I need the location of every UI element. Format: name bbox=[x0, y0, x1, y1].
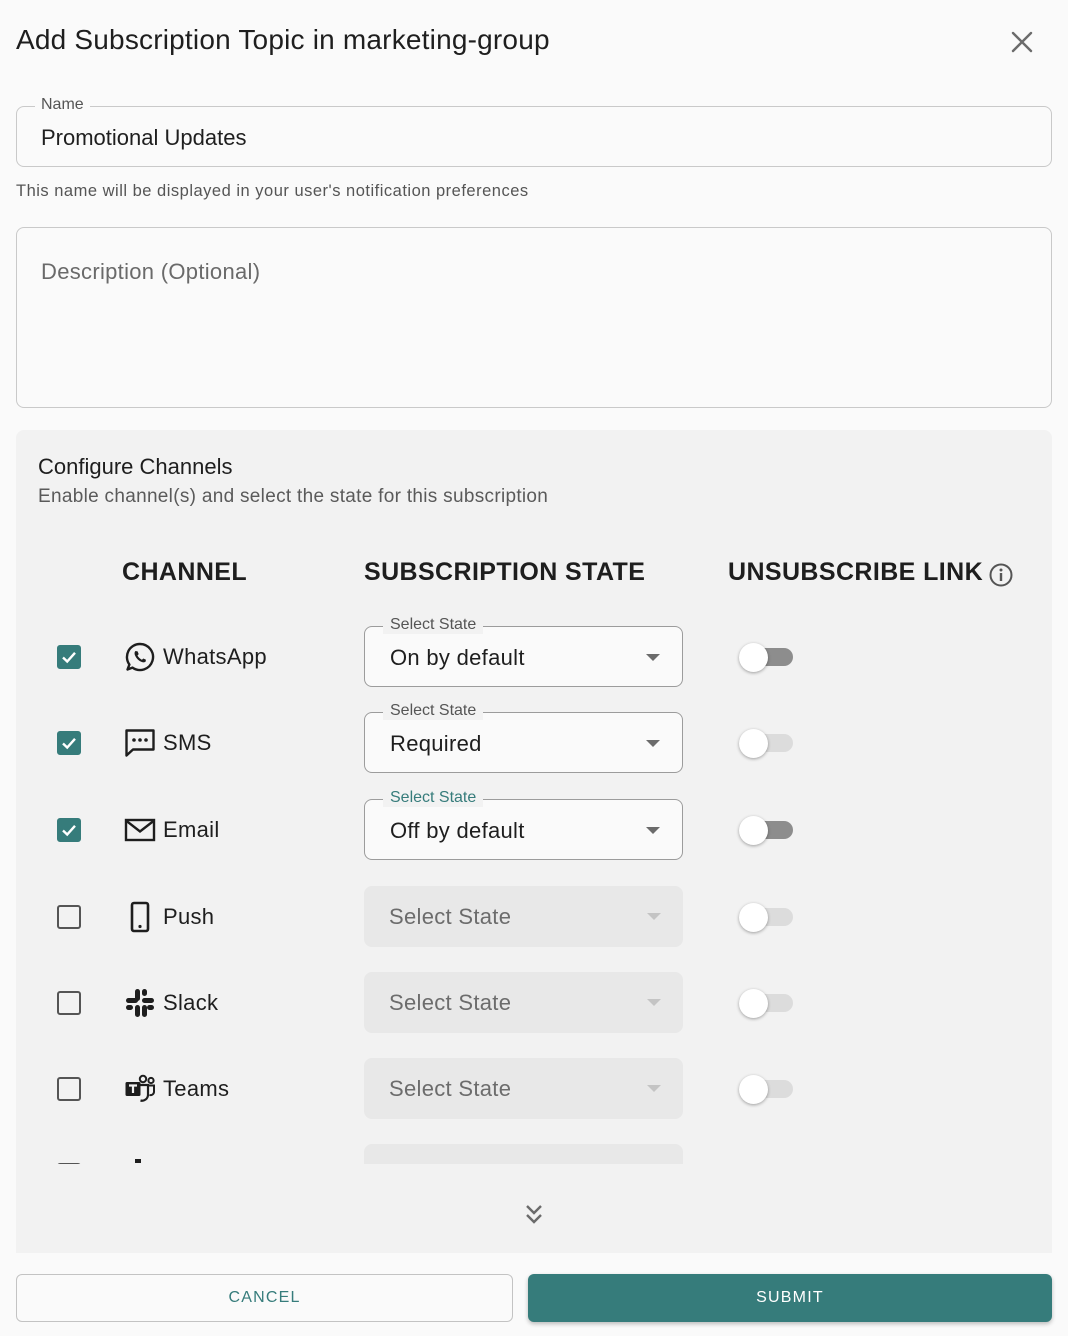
info-icon[interactable] bbox=[988, 562, 1014, 588]
push-checkbox[interactable] bbox=[57, 905, 81, 929]
check-icon bbox=[62, 737, 76, 750]
state-select-placeholder: Select State bbox=[389, 990, 512, 1015]
column-header-unsubscribe: UNSUBSCRIBE LINK bbox=[728, 558, 984, 586]
caret-down-icon bbox=[646, 740, 660, 747]
channel-label-slack: Slack bbox=[163, 990, 219, 1015]
channel-label-sms: SMS bbox=[163, 730, 212, 755]
channel-row-push: Push Select State bbox=[16, 886, 1052, 948]
state-select-value: Required bbox=[390, 731, 482, 756]
state-select-value: On by default bbox=[390, 645, 525, 670]
teams-icon bbox=[123, 1072, 157, 1106]
state-select-whatsapp[interactable]: Select State On by default bbox=[364, 616, 683, 687]
state-select-push: Select State bbox=[364, 886, 683, 947]
channel-row-partial bbox=[16, 1144, 1052, 1164]
caret-down-icon bbox=[647, 913, 661, 920]
cancel-button[interactable]: CANCEL bbox=[16, 1274, 513, 1322]
dialog-title: Add Subscription Topic in marketing-grou… bbox=[16, 24, 550, 55]
state-select-sms[interactable]: Select State Required bbox=[364, 702, 683, 773]
state-select-slack: Select State bbox=[364, 972, 683, 1033]
channel-label-email: Email bbox=[163, 817, 220, 842]
channel-row-teams: Teams Select State bbox=[16, 1058, 1052, 1120]
email-checkbox[interactable] bbox=[57, 818, 81, 842]
unsubscribe-toggle-push bbox=[739, 902, 795, 932]
caret-down-icon bbox=[647, 1085, 661, 1092]
name-field[interactable]: Name Promotional Updates bbox=[16, 96, 1052, 167]
whatsapp-icon bbox=[123, 640, 157, 674]
description-placeholder: Description (Optional) bbox=[41, 259, 261, 284]
email-icon bbox=[123, 813, 157, 847]
teams-checkbox[interactable] bbox=[57, 1077, 81, 1101]
column-header-channel: CHANNEL bbox=[122, 558, 248, 586]
unsubscribe-toggle-email[interactable] bbox=[739, 815, 795, 845]
name-field-label: Name bbox=[35, 96, 90, 114]
channel-row-sms: SMS Select State Required bbox=[16, 702, 1052, 774]
partial-channel-icon bbox=[123, 1158, 157, 1164]
unsubscribe-toggle-teams bbox=[739, 1074, 795, 1104]
channel-row-slack: Slack Select State bbox=[16, 972, 1052, 1034]
close-icon bbox=[1011, 31, 1033, 53]
whatsapp-checkbox[interactable] bbox=[57, 645, 81, 669]
sms-icon bbox=[123, 726, 157, 760]
check-icon bbox=[62, 651, 76, 664]
slack-icon bbox=[123, 986, 157, 1020]
channels-subtitle: Enable channel(s) and select the state f… bbox=[38, 486, 549, 507]
channel-rows: WhatsApp Select State On by default SMS bbox=[16, 606, 1052, 1164]
name-helper-text: This name will be displayed in your user… bbox=[16, 182, 529, 200]
state-select-teams: Select State bbox=[364, 1058, 683, 1119]
name-input-value[interactable]: Promotional Updates bbox=[41, 125, 246, 151]
channel-label-whatsapp: WhatsApp bbox=[163, 644, 267, 669]
check-icon bbox=[62, 824, 76, 837]
column-header-state: SUBSCRIPTION STATE bbox=[364, 558, 646, 586]
chevron-double-down-icon[interactable] bbox=[522, 1202, 546, 1228]
description-field[interactable]: Description (Optional) bbox=[16, 227, 1052, 408]
unsubscribe-toggle-sms bbox=[739, 728, 795, 758]
configure-channels-panel: Configure Channels Enable channel(s) and… bbox=[16, 430, 1052, 1253]
state-select-partial bbox=[364, 1144, 683, 1164]
submit-button[interactable]: SUBMIT bbox=[528, 1274, 1052, 1322]
channel-label-push: Push bbox=[163, 904, 215, 929]
unsubscribe-toggle-slack bbox=[739, 988, 795, 1018]
state-select-label: Select State bbox=[383, 616, 484, 634]
caret-down-icon bbox=[646, 654, 660, 661]
unsubscribe-toggle-whatsapp[interactable] bbox=[739, 642, 795, 672]
slack-checkbox[interactable] bbox=[57, 991, 81, 1015]
state-select-placeholder: Select State bbox=[389, 904, 512, 929]
state-select-label: Select State bbox=[383, 789, 484, 807]
state-select-value: Off by default bbox=[390, 818, 525, 843]
state-select-email[interactable]: Select State Off by default bbox=[364, 789, 683, 860]
push-icon bbox=[123, 900, 157, 934]
channels-title: Configure Channels bbox=[38, 454, 233, 479]
channel-label-teams: Teams bbox=[163, 1076, 230, 1101]
channel-row-email: Email Select State Off by default bbox=[16, 789, 1052, 861]
state-select-label: Select State bbox=[383, 702, 484, 720]
caret-down-icon bbox=[647, 999, 661, 1006]
state-select-placeholder: Select State bbox=[389, 1076, 512, 1101]
partial-checkbox[interactable] bbox=[57, 1163, 81, 1164]
channel-row-whatsapp: WhatsApp Select State On by default bbox=[16, 616, 1052, 688]
caret-down-icon bbox=[646, 827, 660, 834]
sms-checkbox[interactable] bbox=[57, 731, 81, 755]
close-button[interactable] bbox=[1004, 24, 1040, 60]
